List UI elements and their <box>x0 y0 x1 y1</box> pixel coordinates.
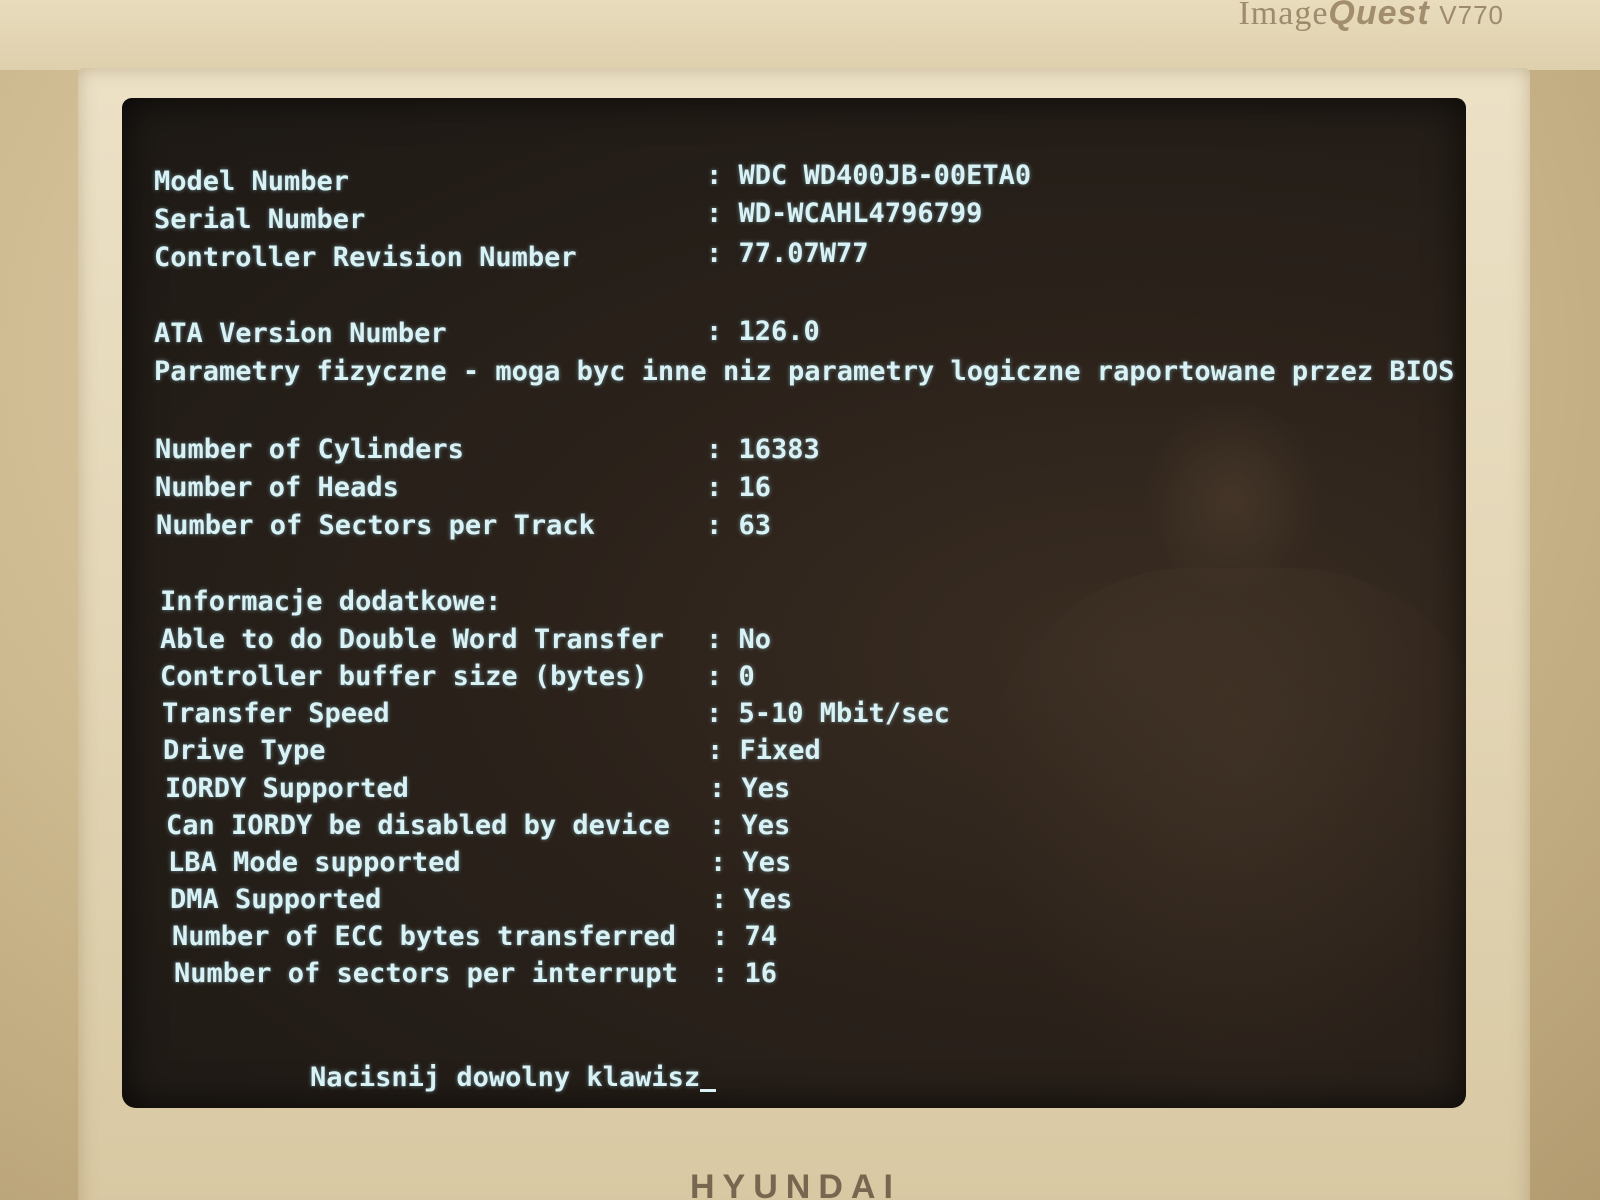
info-value: : 74 <box>712 921 778 952</box>
info-value: : 16 <box>706 472 772 503</box>
monitor-manufacturer-logo: HYUNDAI <box>690 1168 901 1200</box>
info-label: DMA Supported <box>170 884 382 915</box>
info-label: Controller buffer size (bytes) <box>160 661 648 692</box>
info-label: Controller Revision Number <box>154 242 577 273</box>
text-cursor <box>700 1089 717 1092</box>
info-label: Number of Cylinders <box>155 434 464 465</box>
info-label: Serial Number <box>154 204 366 235</box>
info-row-dma-supported: DMA Supported : Yes <box>170 882 792 918</box>
info-row-double-word-transfer: Able to do Double Word Transfer : No <box>160 622 771 658</box>
physical-parameters-note: Parametry fizyczne - moga byc inne niz p… <box>154 356 1455 387</box>
info-label: LBA Mode supported <box>168 847 461 878</box>
info-row-ecc-bytes: Number of ECC bytes transferred : 74 <box>172 919 777 955</box>
info-row-serial-number: Serial Number : WD-WCAHL4796799 <box>154 198 982 238</box>
info-row-sectors-per-interrupt: Number of sectors per interrupt : 16 <box>174 956 777 992</box>
info-row-drive-type: Drive Type : Fixed <box>163 733 821 769</box>
info-row-cylinders: Number of Cylinders : 16383 <box>155 432 820 468</box>
info-row-lba-mode: LBA Mode supported : Yes <box>168 845 791 881</box>
info-value: : No <box>706 624 772 655</box>
photo-background: ImageQuest V770 Model Number : WDC WD400… <box>0 0 1600 1200</box>
info-row-heads: Number of Heads : 16 <box>155 470 771 506</box>
info-label: Number of sectors per interrupt <box>174 958 678 989</box>
info-value: : Yes <box>709 773 791 804</box>
monitor-top-bezel: ImageQuest V770 <box>0 0 1600 70</box>
info-value: : Yes <box>710 847 792 878</box>
info-label: Transfer Speed <box>162 698 390 729</box>
info-value: : Fixed <box>707 735 821 766</box>
info-row-sectors-per-track: Number of Sectors per Track : 63 <box>156 508 771 544</box>
info-row-transfer-speed: Transfer Speed : 5-10 Mbit/sec <box>162 696 950 732</box>
info-label: ATA Version Number <box>154 318 447 349</box>
info-value: : 0 <box>706 661 755 692</box>
info-row-ata-version: ATA Version Number : 126.0 <box>154 316 820 352</box>
info-value: : Yes <box>709 810 791 841</box>
brand-suffix: Quest <box>1328 0 1430 32</box>
info-label: Able to do Double Word Transfer <box>160 624 664 655</box>
monitor-brand-label: ImageQuest V770 <box>1238 0 1504 33</box>
info-value: : Yes <box>711 884 793 915</box>
info-row-iordy-disable: Can IORDY be disabled by device : Yes <box>166 808 790 844</box>
info-value: : 77.07W77 <box>706 238 869 269</box>
info-row-controller-revision: Controller Revision Number : 77.07W77 <box>154 238 869 276</box>
info-row-buffer-size: Controller buffer size (bytes) : 0 <box>160 659 755 695</box>
info-row-model-number: Model Number : WDC WD400JB-00ETA0 <box>154 160 1031 200</box>
info-label: Drive Type <box>163 735 326 766</box>
info-label: IORDY Supported <box>165 773 409 804</box>
info-value: : 16383 <box>706 434 820 465</box>
terminal-output: Model Number : WDC WD400JB-00ETA0 Serial… <box>122 98 1466 1108</box>
info-value: : WDC WD400JB-00ETA0 <box>706 160 1032 191</box>
extra-info-header: Informacje dodatkowe: <box>160 586 502 617</box>
info-label: Can IORDY be disabled by device <box>166 810 670 841</box>
press-any-key-prompt[interactable]: Nacisnij dowolny klawisz <box>180 1024 717 1093</box>
info-value: : 16 <box>712 958 778 989</box>
info-label: Number of Sectors per Track <box>156 510 595 541</box>
monitor-model-number: V770 <box>1439 0 1504 30</box>
prompt-text: Nacisnij dowolny klawisz <box>310 1062 701 1093</box>
info-label: Number of ECC bytes transferred <box>172 921 676 952</box>
info-value: : WD-WCAHL4796799 <box>706 198 983 229</box>
crt-screen: Model Number : WDC WD400JB-00ETA0 Serial… <box>122 98 1466 1108</box>
info-value: : 5-10 Mbit/sec <box>706 698 950 729</box>
info-label: Number of Heads <box>155 472 399 503</box>
info-label: Model Number <box>154 166 350 197</box>
info-row-iordy-supported: IORDY Supported : Yes <box>165 771 790 807</box>
brand-prefix: Image <box>1238 0 1329 32</box>
info-value: : 63 <box>706 510 772 541</box>
info-value: : 126.0 <box>706 316 820 347</box>
